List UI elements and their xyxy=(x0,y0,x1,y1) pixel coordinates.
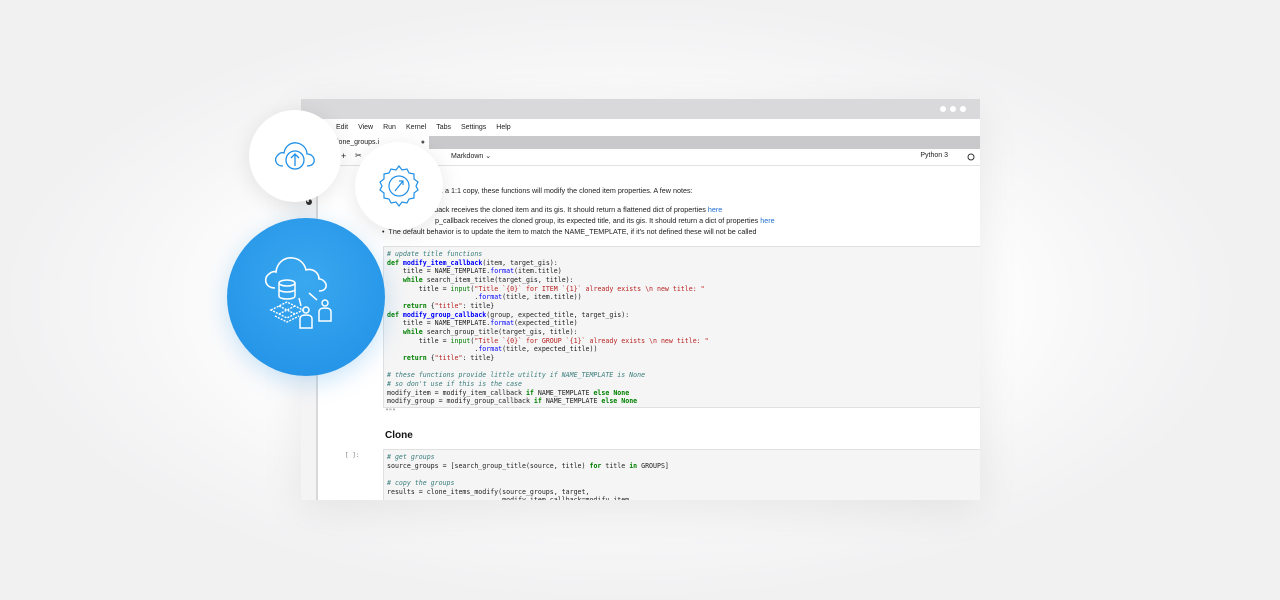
window-dot[interactable] xyxy=(940,106,946,112)
section-heading-clone: Clone xyxy=(385,430,413,441)
bullet-default-behavior: • The default behavior is to update the … xyxy=(382,227,757,236)
cell-prompt: [ ]: xyxy=(345,452,360,459)
cloud-upload-icon xyxy=(275,142,315,170)
menu-kernel[interactable]: Kernel xyxy=(401,124,431,131)
menu-view[interactable]: View xyxy=(353,124,378,131)
menu-tabs[interactable]: Tabs xyxy=(431,124,456,131)
markdown-intro: nt a 1:1 copy, these functions will modi… xyxy=(437,186,693,195)
menu-run[interactable]: Run xyxy=(378,124,401,131)
upload-feature-circle xyxy=(249,110,341,202)
code-cell-callbacks[interactable]: # update title functions def modify_item… xyxy=(383,246,980,408)
cloud-database-icon xyxy=(264,257,332,329)
kernel-status-icon xyxy=(967,153,975,161)
tab-label: lone_groups.i xyxy=(337,139,380,146)
bullet-text: he default behavior is to update the ite… xyxy=(392,227,757,236)
tab-close-icon[interactable]: ● xyxy=(421,136,425,149)
cell-type-select[interactable]: Markdown ⌄ xyxy=(451,152,491,160)
menu-settings[interactable]: Settings xyxy=(456,124,491,131)
cloud-data-feature-circle xyxy=(227,218,385,376)
window-titlebar xyxy=(301,99,980,119)
chevron-down-icon: ⌄ xyxy=(485,153,492,160)
bullet-item-callback: allback receives the cloned item and its… xyxy=(427,205,722,214)
window-controls[interactable] xyxy=(940,106,966,112)
window-dot[interactable] xyxy=(950,106,956,112)
bullet-text: allback receives the cloned item and its… xyxy=(427,205,706,214)
cut-icon[interactable]: ✂ xyxy=(355,151,362,160)
gear-sync-icon xyxy=(379,165,419,207)
menu-bar: Edit View Run Kernel Tabs Settings Help xyxy=(301,119,980,137)
collapsed-output-ellipsis[interactable]: """ xyxy=(385,408,396,415)
automation-feature-circle xyxy=(355,142,443,230)
kernel-name[interactable]: Python 3 xyxy=(920,152,948,159)
window-dot[interactable] xyxy=(960,106,966,112)
bullet-group-callback: p_callback receives the cloned group, it… xyxy=(435,216,775,225)
cell-type-value: Markdown xyxy=(451,153,484,160)
bullet-text: p_callback receives the cloned group, it… xyxy=(435,216,759,225)
menu-edit[interactable]: Edit xyxy=(331,124,353,131)
properties-link[interactable]: here xyxy=(760,216,774,225)
code-cell-clone[interactable]: # get groups source_groups = [search_gro… xyxy=(383,449,980,500)
menu-help[interactable]: Help xyxy=(491,124,515,131)
properties-link[interactable]: here xyxy=(708,205,722,214)
add-cell-icon[interactable]: + xyxy=(341,151,346,161)
